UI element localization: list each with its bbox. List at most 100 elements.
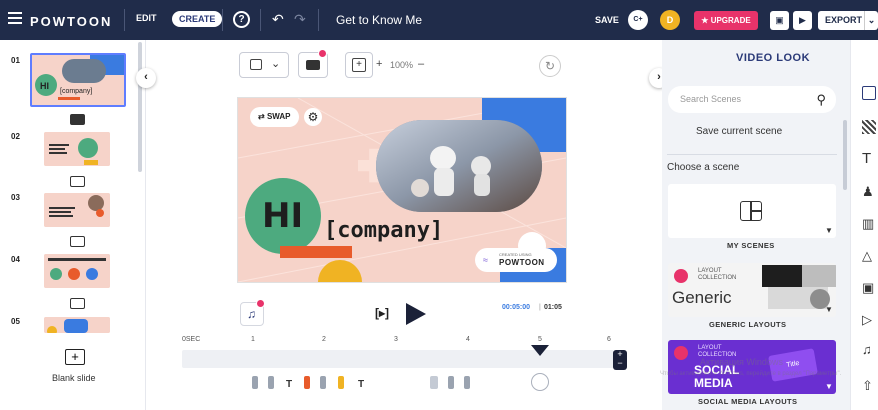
zoom-out-button[interactable]: – — [418, 58, 424, 70]
slide-thumbnail-4[interactable] — [44, 254, 110, 288]
record-camera-button[interactable] — [298, 49, 328, 78]
media-icon[interactable]: ▣ — [862, 280, 874, 296]
video-icon[interactable]: ▷ — [862, 312, 872, 328]
edit-mode-button[interactable]: EDIT — [136, 13, 157, 23]
collapse-slides-chevron-left-icon[interactable]: ‹ — [136, 68, 156, 88]
grid-icon: + — [352, 58, 366, 72]
help-icon[interactable]: ? — [233, 11, 250, 28]
slide-5-preview — [44, 317, 110, 333]
chevron-down-icon: ⌄ — [271, 58, 281, 70]
background-pattern-icon[interactable] — [862, 120, 876, 134]
created-using-label: CREATED USING — [499, 252, 532, 257]
powtoon-logo[interactable]: POWTOON — [30, 14, 112, 29]
collection-icon — [674, 346, 688, 360]
timer-icon[interactable] — [531, 373, 549, 391]
playhead-marker[interactable] — [531, 345, 549, 356]
menu-icon[interactable] — [8, 12, 22, 26]
slide-3-preview — [44, 193, 110, 227]
windows-activation-title: Активация Windows — [700, 357, 783, 367]
add-scene-icon[interactable] — [70, 114, 85, 125]
user-avatar[interactable]: D — [660, 10, 680, 30]
upload-icon[interactable]: ⇧ — [862, 378, 873, 394]
music-icon[interactable]: ♫ — [862, 342, 872, 357]
company-text[interactable]: [company] — [324, 218, 443, 243]
upgrade-button[interactable]: ★ UPGRADE — [694, 11, 758, 30]
play-from-here-icon[interactable]: [▸] — [375, 306, 389, 320]
collection-name: Generic — [672, 288, 732, 307]
scene-canvas[interactable]: ⇄ SWAP ⚙ HI [company] ≈ CREATED USING PO… — [238, 98, 566, 282]
redo-icon[interactable]: ↷ — [294, 11, 306, 28]
search-icon: ⚲ — [816, 92, 826, 107]
star-icon: ★ — [701, 16, 711, 25]
timeline-label: 1 — [251, 336, 255, 343]
slides-scrollbar[interactable] — [138, 42, 142, 172]
add-scene-icon[interactable] — [70, 298, 85, 309]
slide-thumbnail-3[interactable] — [44, 193, 110, 227]
collection-kicker: LAYOUT COLLECTION — [698, 268, 737, 281]
create-mode-button[interactable]: CREATE — [172, 11, 223, 27]
generic-layouts-card[interactable]: LAYOUT COLLECTION Generic ▼ — [668, 263, 836, 317]
slide-4-preview — [44, 254, 110, 288]
chevron-down-icon[interactable]: ⌄ — [864, 11, 878, 30]
powtoon-editor: POWTOON EDIT CREATE ? ↶ ↷ Get to Know Me… — [0, 0, 878, 410]
timeline-elements-group[interactable] — [428, 373, 478, 391]
record-badge — [318, 49, 327, 58]
my-scenes-card[interactable]: ▼ — [668, 184, 836, 238]
my-scenes-label: MY SCENES — [727, 241, 775, 250]
swap-button[interactable]: ⇄ SWAP — [250, 107, 299, 127]
text-icon[interactable]: T — [862, 150, 871, 167]
document-title[interactable]: Get to Know Me — [336, 13, 422, 27]
music-button[interactable]: ♫ — [240, 299, 265, 326]
divider — [222, 9, 223, 31]
add-collaborator-avatar[interactable]: C+ — [628, 10, 648, 30]
grid-toggle-button[interactable]: + — [345, 52, 373, 78]
slide-number: 03 — [11, 193, 20, 202]
save-button[interactable]: SAVE — [595, 15, 619, 25]
current-time: 00:05:00 — [502, 304, 531, 311]
powtoon-badge-icon: ≈ — [483, 255, 488, 265]
add-blank-slide-button[interactable]: + — [65, 349, 85, 365]
total-time: 01:05 — [544, 304, 562, 311]
add-scene-icon[interactable] — [70, 236, 85, 247]
social-media-layouts-label: SOCIAL MEDIA LAYOUTS — [698, 397, 798, 406]
generic-layouts-label: GENERIC LAYOUTS — [709, 320, 787, 329]
hi-text[interactable]: HI — [262, 196, 303, 236]
timeline-label: 0SEC — [182, 336, 201, 343]
swap-label: SWAP — [266, 112, 291, 121]
play-preview-icon[interactable]: ▶ — [793, 11, 812, 30]
panel-title: VIDEO LOOK — [736, 52, 811, 64]
zoom-level: 100% — [390, 60, 414, 70]
props-icon[interactable]: ▥ — [862, 216, 874, 232]
timeline-track[interactable] — [182, 350, 614, 368]
slides-panel: 01 HI [company] 02 03 04 05 + Blank slid… — [0, 40, 146, 410]
export-label: EXPORT — [825, 15, 863, 25]
save-current-scene-link[interactable]: Save current scene — [696, 126, 782, 137]
timeline-label: 2 — [322, 336, 326, 343]
canvas-size-dropdown[interactable]: ⌄ — [239, 52, 289, 78]
shapes-icon[interactable]: △ — [862, 248, 872, 264]
powtoon-brand-label: POWTOON — [499, 258, 545, 267]
search-scenes-input[interactable]: Search Scenes ⚲ — [668, 86, 836, 113]
undo-icon[interactable]: ↶ — [272, 11, 284, 28]
slide-thumbnail-2[interactable] — [44, 132, 110, 166]
present-icon[interactable]: ▣ — [770, 11, 789, 30]
gear-icon[interactable]: ⚙ — [304, 108, 322, 126]
card-corner-caret-icon: ▼ — [825, 226, 833, 235]
timeline-label: 5 — [538, 336, 542, 343]
add-scene-icon[interactable] — [70, 176, 85, 187]
panel-scrollbar[interactable] — [843, 120, 847, 190]
slide-thumbnail-1[interactable]: HI [company] — [30, 53, 126, 107]
divider — [124, 9, 125, 31]
slide-number: 04 — [11, 255, 20, 264]
layouts-icon[interactable] — [862, 86, 876, 100]
time-separator: | — [539, 304, 541, 311]
slide-thumbnail-5[interactable] — [44, 317, 110, 333]
svg-text:HI: HI — [40, 81, 49, 91]
export-button[interactable]: EXPORT ⌄ — [818, 11, 878, 30]
play-icon[interactable] — [406, 303, 426, 325]
zoom-in-button[interactable]: + — [376, 58, 382, 70]
timeline-zoom-control[interactable]: + − — [613, 350, 627, 370]
refresh-icon[interactable]: ↻ — [539, 55, 561, 77]
timeline-elements[interactable]: T T — [250, 373, 370, 391]
characters-icon[interactable]: ♟ — [862, 184, 874, 200]
